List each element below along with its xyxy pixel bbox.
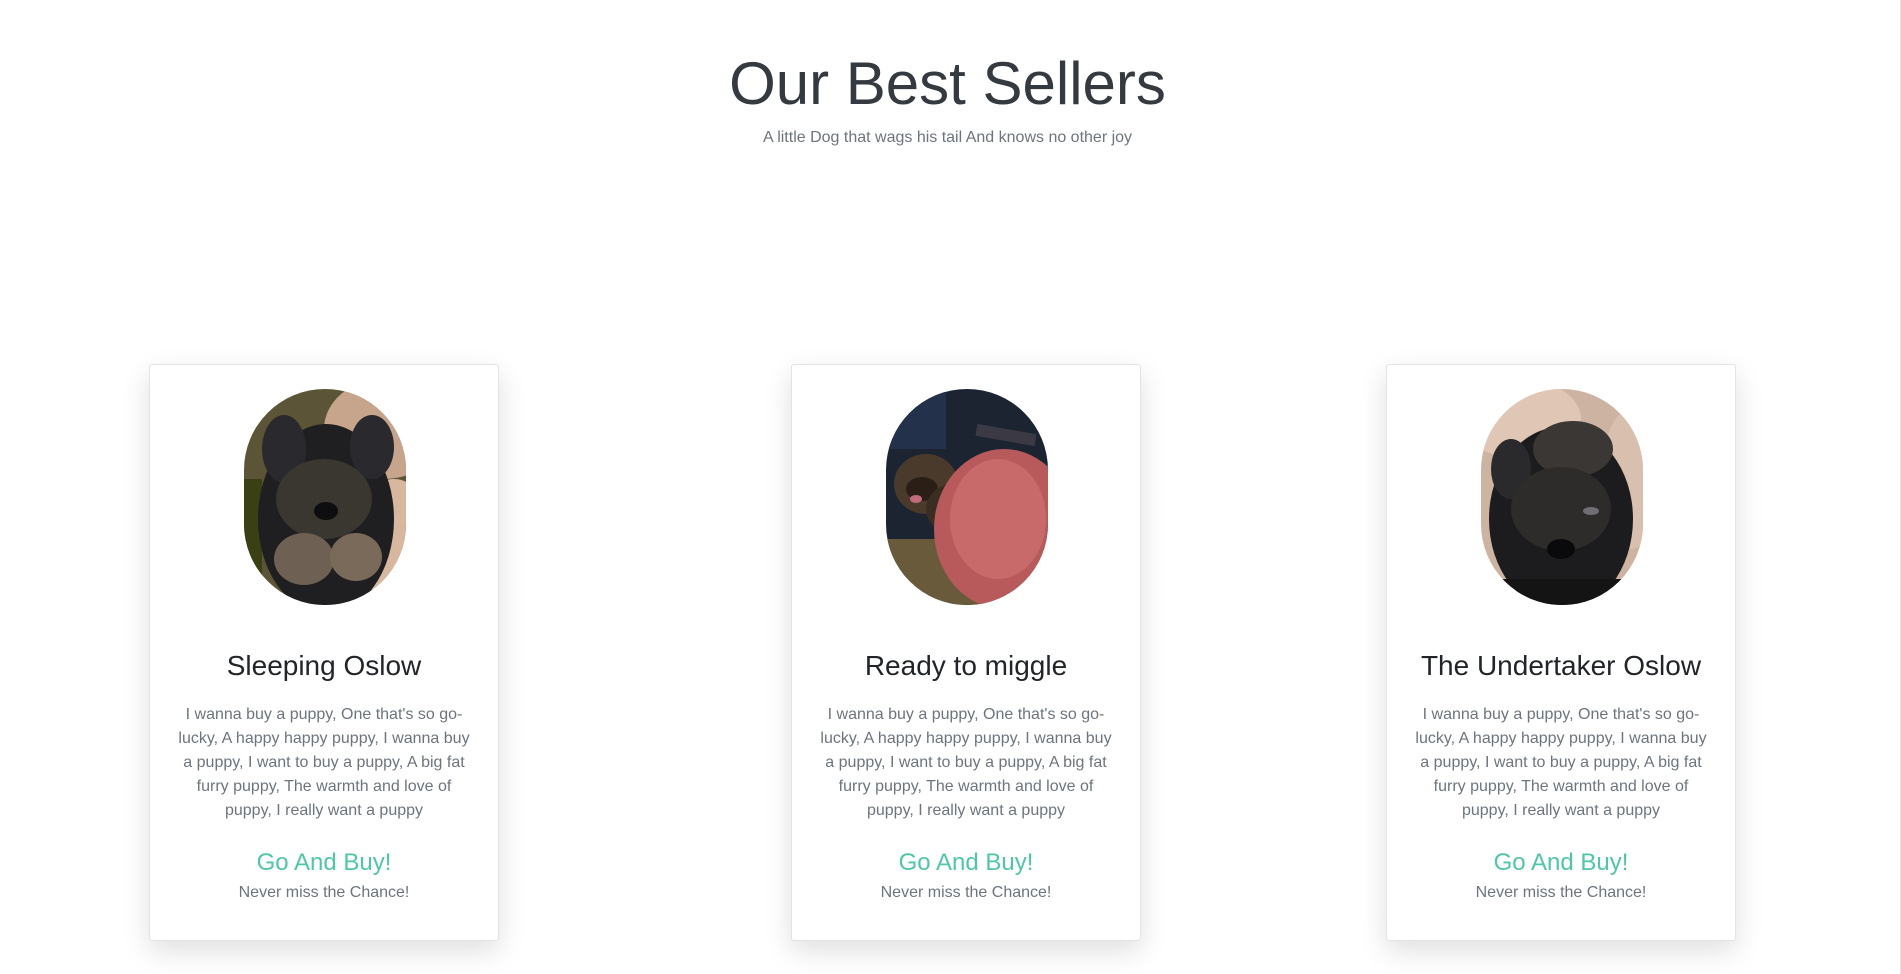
- product-name: Sleeping Oslow: [226, 650, 422, 681]
- product-description: I wanna buy a puppy, One that's so go-lu…: [820, 706, 1112, 819]
- product-card-ready-to-miggle: Ready to miggle I wanna buy a puppy, One…: [791, 364, 1141, 941]
- section-title: Our Best Sellers: [729, 50, 1166, 117]
- product-card-the-undertaker-oslow: The Undertaker Oslow I wanna buy a puppy…: [1386, 364, 1736, 941]
- go-and-buy-link[interactable]: Go And Buy!: [792, 848, 1140, 878]
- section-subtitle: A little Dog that wags his tail And know…: [762, 129, 1133, 146]
- go-and-buy-link[interactable]: Go And Buy!: [150, 848, 498, 878]
- product-caption: Never miss the Chance!: [1475, 884, 1647, 901]
- puppy-photo: [886, 389, 1048, 605]
- product-name: Ready to miggle: [864, 650, 1068, 681]
- puppy-photo: [1481, 389, 1643, 605]
- product-caption: Never miss the Chance!: [880, 884, 1052, 901]
- best-sellers-page: Our Best Sellers A little Dog that wags …: [0, 0, 1901, 974]
- go-and-buy-link[interactable]: Go And Buy!: [1387, 848, 1735, 878]
- product-description: I wanna buy a puppy, One that's so go-lu…: [1415, 706, 1707, 819]
- puppy-photo: [244, 389, 406, 605]
- product-name: The Undertaker Oslow: [1420, 650, 1702, 681]
- product-card-sleeping-oslow: Sleeping Oslow I wanna buy a puppy, One …: [149, 364, 499, 941]
- product-description: I wanna buy a puppy, One that's so go-lu…: [178, 706, 470, 819]
- product-caption: Never miss the Chance!: [238, 884, 410, 901]
